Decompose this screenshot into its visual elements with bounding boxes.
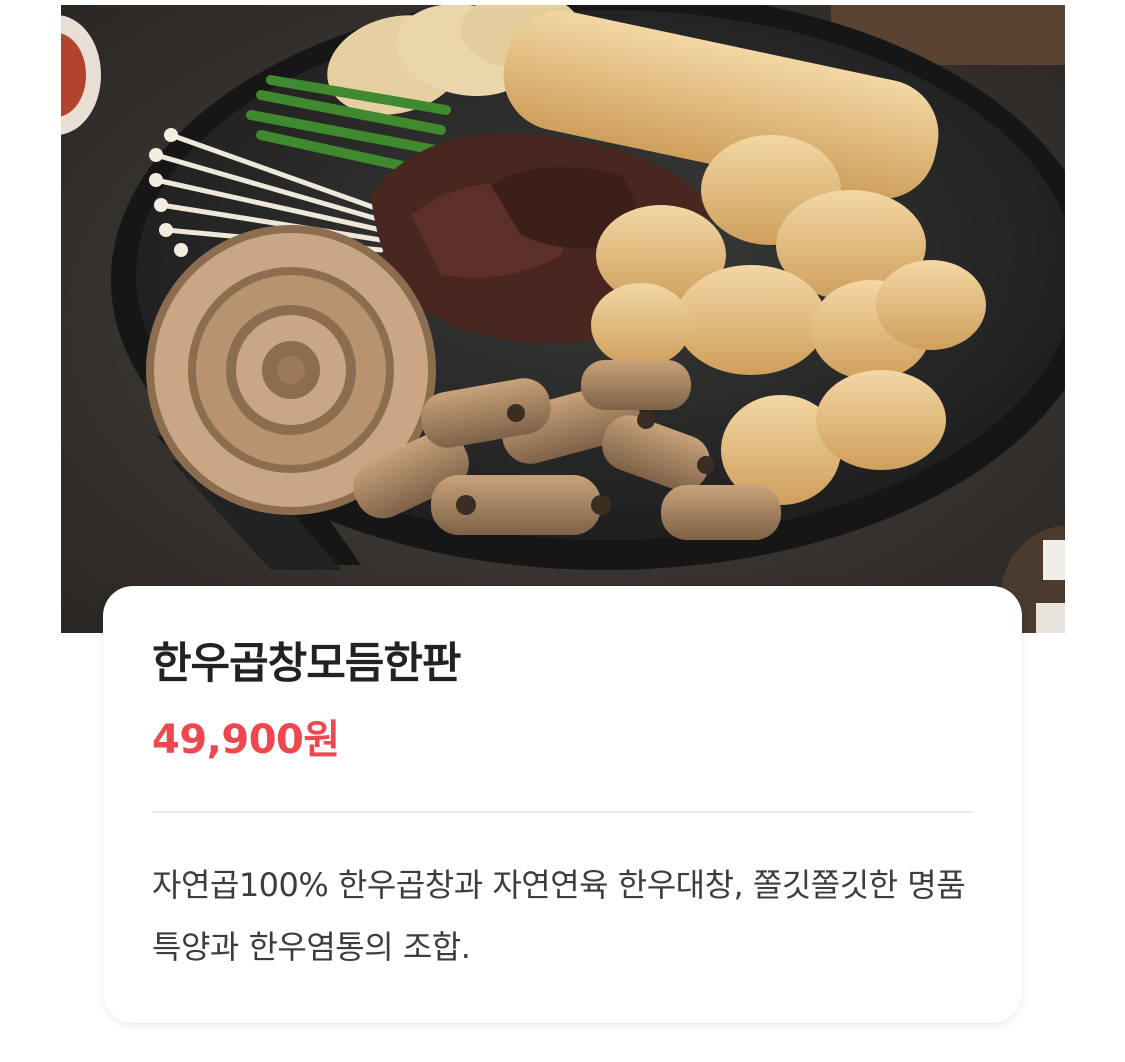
divider (152, 811, 973, 813)
product-info-card[interactable]: 한우곱창모듬한판 49,900원 자연곱100% 한우곱창과 자연연육 한우대창… (103, 586, 1022, 1023)
product-price: 49,900원 (152, 717, 340, 763)
food-photo-icon (61, 5, 1065, 633)
product-title: 한우곱창모듬한판 (152, 639, 461, 689)
product-description: 자연곱100% 한우곱창과 자연연육 한우대창, 쫄깃쫄깃한 명품 특양과 한우… (152, 866, 966, 966)
product-image[interactable] (61, 5, 1065, 633)
